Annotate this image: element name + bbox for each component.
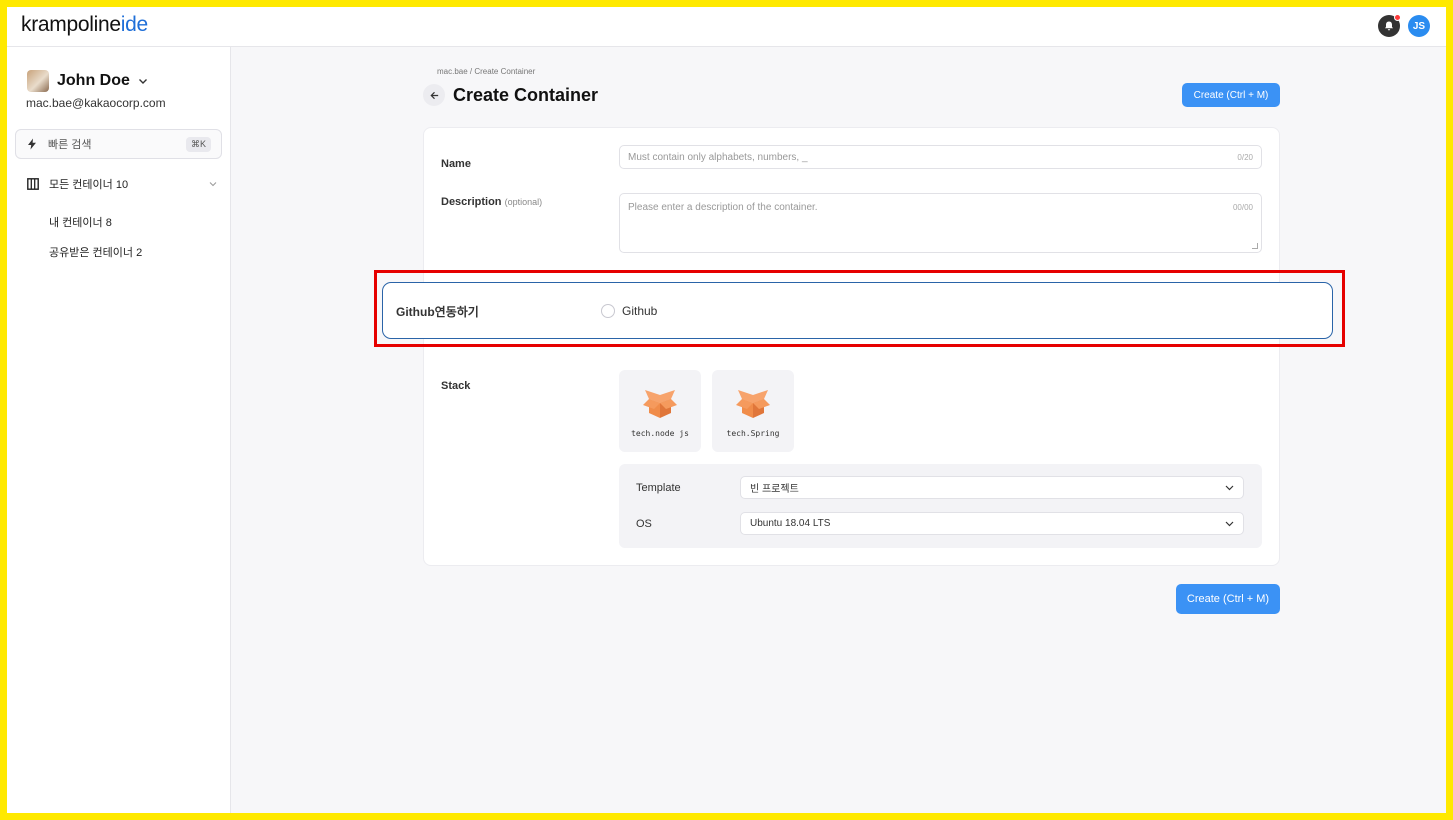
- sidebar: John Doe mac.bae@kakaocorp.com 빠른 검색 ⌘K …: [7, 47, 231, 813]
- stack-name: tech.Spring: [726, 429, 780, 438]
- name-input[interactable]: Must contain only alphabets, numbers, _ …: [619, 145, 1262, 169]
- app-logo[interactable]: krampolineide: [21, 13, 148, 37]
- description-placeholder: Please enter a description of the contai…: [628, 202, 818, 213]
- avatar: [27, 70, 49, 92]
- shortcut-badge: ⌘K: [185, 136, 211, 152]
- lightning-icon: [28, 138, 36, 150]
- user-email: mac.bae@kakaocorp.com: [26, 96, 166, 110]
- notification-dot: [1394, 14, 1401, 21]
- description-counter: 00/00: [1232, 203, 1253, 212]
- box-icon: [643, 390, 677, 418]
- stack-label: Stack: [441, 380, 471, 392]
- os-select[interactable]: Ubuntu 18.04 LTS: [740, 512, 1244, 535]
- stack-option-nodejs[interactable]: tech.node js: [619, 370, 701, 452]
- page-title: Create Container: [453, 85, 599, 105]
- stack-name: tech.node js: [631, 429, 689, 438]
- top-bar: krampolineide JS: [7, 7, 1446, 47]
- chevron-down-icon: [138, 79, 147, 84]
- os-value: Ubuntu 18.04 LTS: [750, 518, 831, 529]
- create-button-top[interactable]: Create (Ctrl + M): [1182, 83, 1280, 107]
- template-select[interactable]: 빈 프로젝트: [740, 476, 1244, 499]
- sidebar-item-shared-containers[interactable]: 공유받은 컨테이너 2: [49, 244, 142, 260]
- user-name: John Doe: [57, 72, 130, 89]
- stack-option-spring[interactable]: tech.Spring: [712, 370, 794, 452]
- sidebar-group-all-containers[interactable]: 모든 컨테이너 10: [27, 176, 217, 192]
- quick-search-button[interactable]: 빠른 검색 ⌘K: [15, 129, 222, 159]
- notification-bell-icon[interactable]: [1378, 14, 1401, 37]
- template-label: Template: [636, 482, 681, 494]
- box-icon: [736, 390, 770, 418]
- app-window: krampolineide JS John Doe mac.bae@kakaoc…: [7, 7, 1446, 813]
- os-label: OS: [636, 518, 652, 530]
- chevron-down-icon: [1225, 485, 1234, 491]
- chevron-down-icon: [1225, 521, 1234, 527]
- columns-icon: [27, 178, 39, 190]
- description-input[interactable]: Please enter a description of the contai…: [619, 193, 1262, 253]
- create-button-bottom[interactable]: Create (Ctrl + M): [1176, 584, 1280, 614]
- name-label: Name: [441, 158, 471, 170]
- sidebar-group-label: 모든 컨테이너 10: [49, 179, 129, 191]
- quick-search-label: 빠른 검색: [48, 139, 92, 151]
- name-counter: 0/20: [1237, 152, 1253, 162]
- resize-handle[interactable]: [1252, 243, 1258, 249]
- chevron-down-icon[interactable]: [209, 180, 217, 188]
- template-value: 빈 프로젝트: [750, 484, 799, 495]
- back-button[interactable]: [423, 84, 445, 106]
- highlight-box: [374, 270, 1345, 347]
- description-label: Description (optional): [441, 196, 543, 208]
- user-avatar-button[interactable]: JS: [1408, 15, 1430, 37]
- arrow-left-icon: [429, 91, 438, 99]
- user-menu[interactable]: John Doe: [27, 70, 148, 92]
- stack-options-panel: Template 빈 프로젝트 OS Ubuntu 18.04 LTS: [619, 464, 1262, 548]
- sidebar-item-my-containers[interactable]: 내 컨테이너 8: [49, 214, 112, 230]
- name-placeholder: Must contain only alphabets, numbers, _: [628, 151, 808, 163]
- breadcrumb: mac.bae / Create Container: [437, 67, 536, 76]
